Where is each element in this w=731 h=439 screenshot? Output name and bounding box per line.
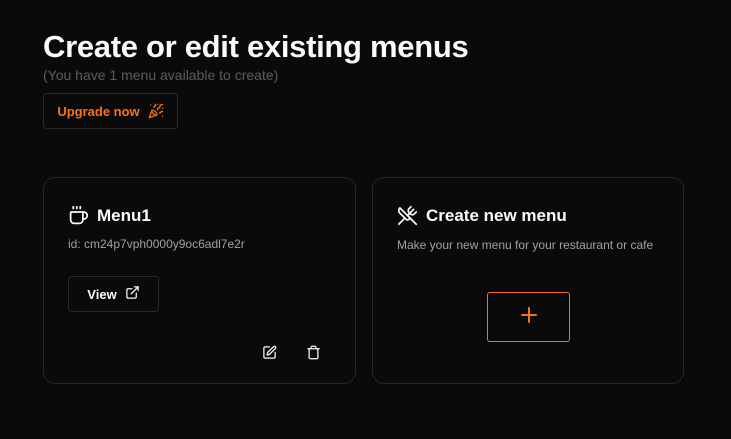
page-title: Create or edit existing menus (43, 29, 469, 64)
page-subtitle: (You have 1 menu available to create) (43, 67, 279, 83)
menu-title: Menu1 (97, 205, 151, 225)
menu-card: Menu1 id: cm24p7vph0000y9oc6adl7e2r View (43, 177, 356, 384)
delete-menu-button[interactable] (303, 345, 323, 365)
create-menu-card: Create new menu Make your new menu for y… (372, 177, 684, 384)
view-label: View (87, 286, 117, 302)
coffee-cup-icon (68, 205, 89, 226)
upgrade-label: Upgrade now (57, 103, 140, 119)
plus-icon (517, 303, 541, 332)
create-menu-header: Create new menu (397, 205, 567, 226)
page: Create or edit existing menus (You have … (0, 0, 731, 439)
trash-icon (306, 345, 321, 365)
utensils-crossed-icon (397, 205, 418, 226)
create-menu-button[interactable] (487, 292, 570, 342)
edit-icon (262, 345, 277, 365)
upgrade-now-button[interactable]: Upgrade now (43, 93, 178, 129)
create-menu-description: Make your new menu for your restaurant o… (397, 238, 654, 252)
menu-card-header: Menu1 (68, 205, 151, 226)
party-popper-icon (148, 103, 164, 119)
view-menu-button[interactable]: View (68, 276, 159, 312)
external-link-icon (125, 285, 140, 303)
menu-id: id: cm24p7vph0000y9oc6adl7e2r (68, 237, 245, 251)
create-menu-title: Create new menu (426, 205, 567, 225)
edit-menu-button[interactable] (259, 345, 279, 365)
